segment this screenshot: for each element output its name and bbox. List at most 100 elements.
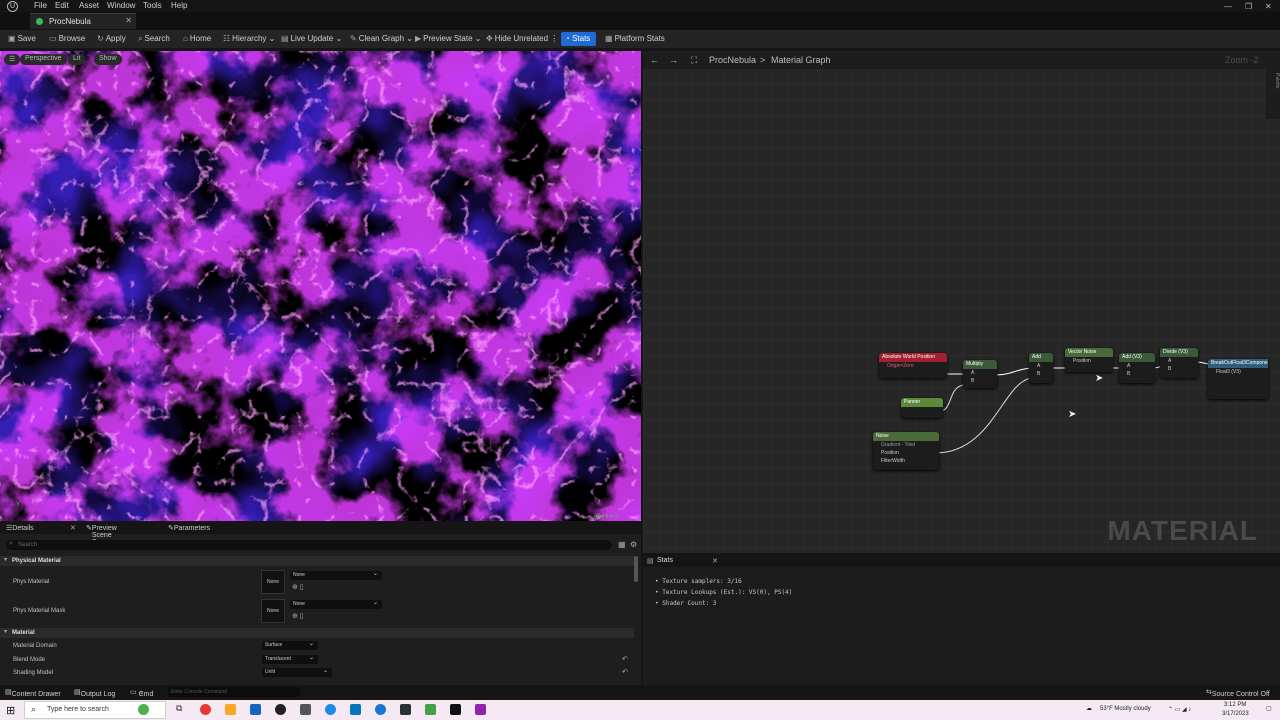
unreal-taskbar-icon[interactable] [450,704,461,715]
tab-details-close-icon[interactable]: ✕ [70,524,76,532]
clean-graph-button[interactable]: ✎ Clean Graph ⌄ [350,34,413,43]
search-button[interactable]: ⌕ Search [138,34,170,44]
material-graph[interactable]: ← → ⛶ ProcNebula > Material Graph Zoom -… [643,51,1280,553]
category-material[interactable]: Material [0,628,634,638]
menu-window[interactable]: Window [107,1,135,10]
menu-tools[interactable]: Tools [143,1,162,10]
maximize-icon[interactable]: ❐ [1245,2,1252,11]
viewport-menu-icon[interactable]: ☰ [4,54,21,65]
stats-tab-label[interactable]: Stats [657,557,673,564]
content-drawer-button[interactable]: ▤ Content Drawer [5,688,61,698]
weather-text[interactable]: 53°F Mostly cloudy [1100,706,1151,712]
stats-icon: ◔ [565,34,570,43]
category-physical-material[interactable]: Physical Material [0,556,634,566]
source-control-button[interactable]: ⇆ Source Control Off [1206,688,1270,698]
store-icon[interactable] [250,704,261,715]
menu-file[interactable]: File [34,1,47,10]
phys-material-mask-combo[interactable]: None [290,599,382,609]
app-icon-2[interactable] [375,704,386,715]
live-update-button[interactable]: ▤ Live Update ⌄ [281,34,342,43]
reset-icon-2[interactable]: ↶ [622,668,628,676]
file-explorer-icon[interactable] [225,704,236,715]
lit-button[interactable]: Lit [68,54,86,65]
calculator-icon[interactable] [425,704,436,715]
node-absolute-world-position[interactable]: Absolute World Position Origin=Zero [879,353,947,378]
tab-label: ProcNebula [49,17,91,26]
node-vector-noise[interactable]: Vector Noise Position [1065,348,1113,372]
task-view-icon[interactable]: ⧉ [176,703,182,714]
apply-button[interactable]: ↻ Apply [97,34,126,43]
cmd-button[interactable]: ▭ Cmd ⌄ [130,688,153,698]
stats-line: • Texture samplers: 3/16 [655,578,742,585]
nebula-preview-image [0,51,641,521]
node-divide-v3[interactable]: Divide (V3) A B [1160,348,1198,378]
show-button[interactable]: Show [94,54,122,65]
browse-asset-icon-2[interactable]: ⊕ ▯ [292,612,304,620]
hierarchy-button[interactable]: ☷ Hierarchy ⌄ [223,34,275,43]
obs-icon[interactable] [275,704,286,715]
menu-help[interactable]: Help [171,1,187,10]
tray-icons[interactable]: ⌃ ▭ ◢ ♪ [1168,706,1191,713]
shading-model-combo[interactable]: Unlit [262,667,332,677]
node-noise[interactable]: Noise Gradient - Tiled Position FilterWi… [873,432,939,470]
platform-stats-button[interactable]: ▦ Platform Stats [605,34,665,43]
tab-procnebula[interactable]: ProcNebula ✕ [30,13,136,29]
clock-date[interactable]: 3/17/2023 [1222,711,1249,717]
preview-viewport[interactable]: ☰ Perspective Lit Show ▣●●●◎ Y [0,51,641,521]
close-icon[interactable]: ✕ [1265,2,1272,11]
platform-stats-icon: ▦ [605,34,613,43]
details-scrollbar[interactable] [634,556,638,582]
chrome-icon[interactable] [200,704,211,715]
browse-asset-icon[interactable]: ⊕ ▯ [292,583,304,591]
table-view-icon[interactable]: ▦ [618,540,626,549]
reset-icon[interactable]: ↶ [622,655,628,663]
tab-preview-scene[interactable]: ✎ Preview Scene S... [86,524,117,546]
output-log-button[interactable]: ▤ Output Log [74,688,115,698]
plant-icon [138,704,149,715]
edge-icon[interactable] [325,704,336,715]
perspective-button[interactable]: Perspective [20,54,67,65]
apply-icon: ↻ [97,34,104,43]
preview-shape-icons[interactable]: ▣●●●◎ [594,512,619,520]
stats-panel: ▤ Stats ✕ • Texture samplers: 3/16 • Tex… [643,555,1280,685]
console-command-input[interactable]: Enter Console Command [168,687,300,697]
minimize-icon[interactable]: — [1224,2,1232,11]
weather-icon: ☁ [1086,706,1092,712]
unreal-logo-icon[interactable]: U [7,1,18,12]
notification-icon[interactable]: ▢ [1266,705,1272,712]
preview-state-button[interactable]: ▶ Preview State ⌄ [415,34,481,43]
node-panner[interactable]: Panner [901,398,943,418]
node-breakout-float3[interactable]: BreakOutFloat3Components Float3 (V3) [1208,359,1268,399]
browse-button[interactable]: ▭ Browse [49,34,85,43]
collapse-icon-2[interactable]: ▾ [4,628,7,635]
tab-parameters[interactable]: ✎ Parameters [168,524,210,532]
clock-time[interactable]: 3:12 PM [1224,702,1246,708]
details-search-input[interactable]: Search [6,540,612,550]
blend-mode-combo[interactable]: Translucent [262,654,318,664]
stats-close-icon[interactable]: ✕ [712,557,718,565]
collapse-icon[interactable]: ▾ [4,556,7,563]
node-add[interactable]: Add A B [1029,353,1053,383]
settings-gear-icon[interactable]: ⚙ [630,540,637,549]
steam-icon[interactable] [400,704,411,715]
phys-material-mask-thumbnail[interactable]: None [261,599,285,623]
menu-edit[interactable]: Edit [55,1,69,10]
folder-icon: ▭ [49,34,57,43]
menu-asset[interactable]: Asset [79,1,99,10]
tab-details[interactable]: ☰ Details [6,524,34,532]
home-button[interactable]: ⌂ Home [183,34,211,43]
node-multiply[interactable]: Multiply A B [963,360,997,388]
hide-unrelated-button[interactable]: ✥ Hide Unrelated ⋮ [486,34,558,43]
material-domain-combo[interactable]: Surface [262,640,318,650]
save-button[interactable]: ▣ Save [8,34,36,43]
phys-material-thumbnail[interactable]: None [261,570,285,594]
tab-close-icon[interactable]: ✕ [125,16,132,25]
mail-icon[interactable] [350,704,361,715]
windows-start-icon[interactable]: ⊞ [6,704,15,717]
node-add-v3[interactable]: Add (V3) A B [1119,353,1155,383]
app-icon[interactable] [300,704,311,715]
home-icon: ⌂ [183,34,188,43]
twitch-icon[interactable] [475,704,486,715]
phys-material-combo[interactable]: None [290,570,382,580]
stats-button[interactable]: ◔ Stats [561,32,596,46]
